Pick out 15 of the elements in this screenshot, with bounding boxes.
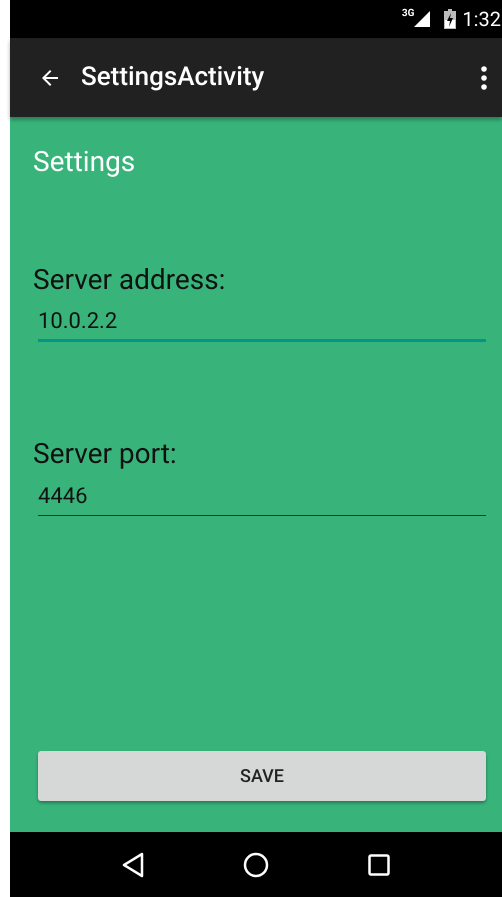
screen-heading: Settings	[33, 144, 136, 180]
field-label: Server port:	[33, 436, 178, 472]
field-label: Server address:	[33, 262, 226, 298]
battery-icon	[444, 9, 456, 29]
clock: 1:32	[462, 9, 501, 29]
recents-square-icon	[368, 854, 390, 876]
network-type: 3G	[402, 9, 414, 19]
app-bar-title: SettingsActivity	[81, 61, 264, 94]
home-circle-icon	[242, 852, 269, 878]
back-triangle-icon	[121, 852, 146, 878]
more-vertical-icon	[481, 66, 487, 90]
save-button[interactable]: SAVE	[38, 751, 486, 801]
text-field[interactable]: 10.0.2.2	[38, 298, 486, 342]
text-field[interactable]: 4446	[38, 472, 486, 516]
signal-icon	[414, 11, 430, 27]
